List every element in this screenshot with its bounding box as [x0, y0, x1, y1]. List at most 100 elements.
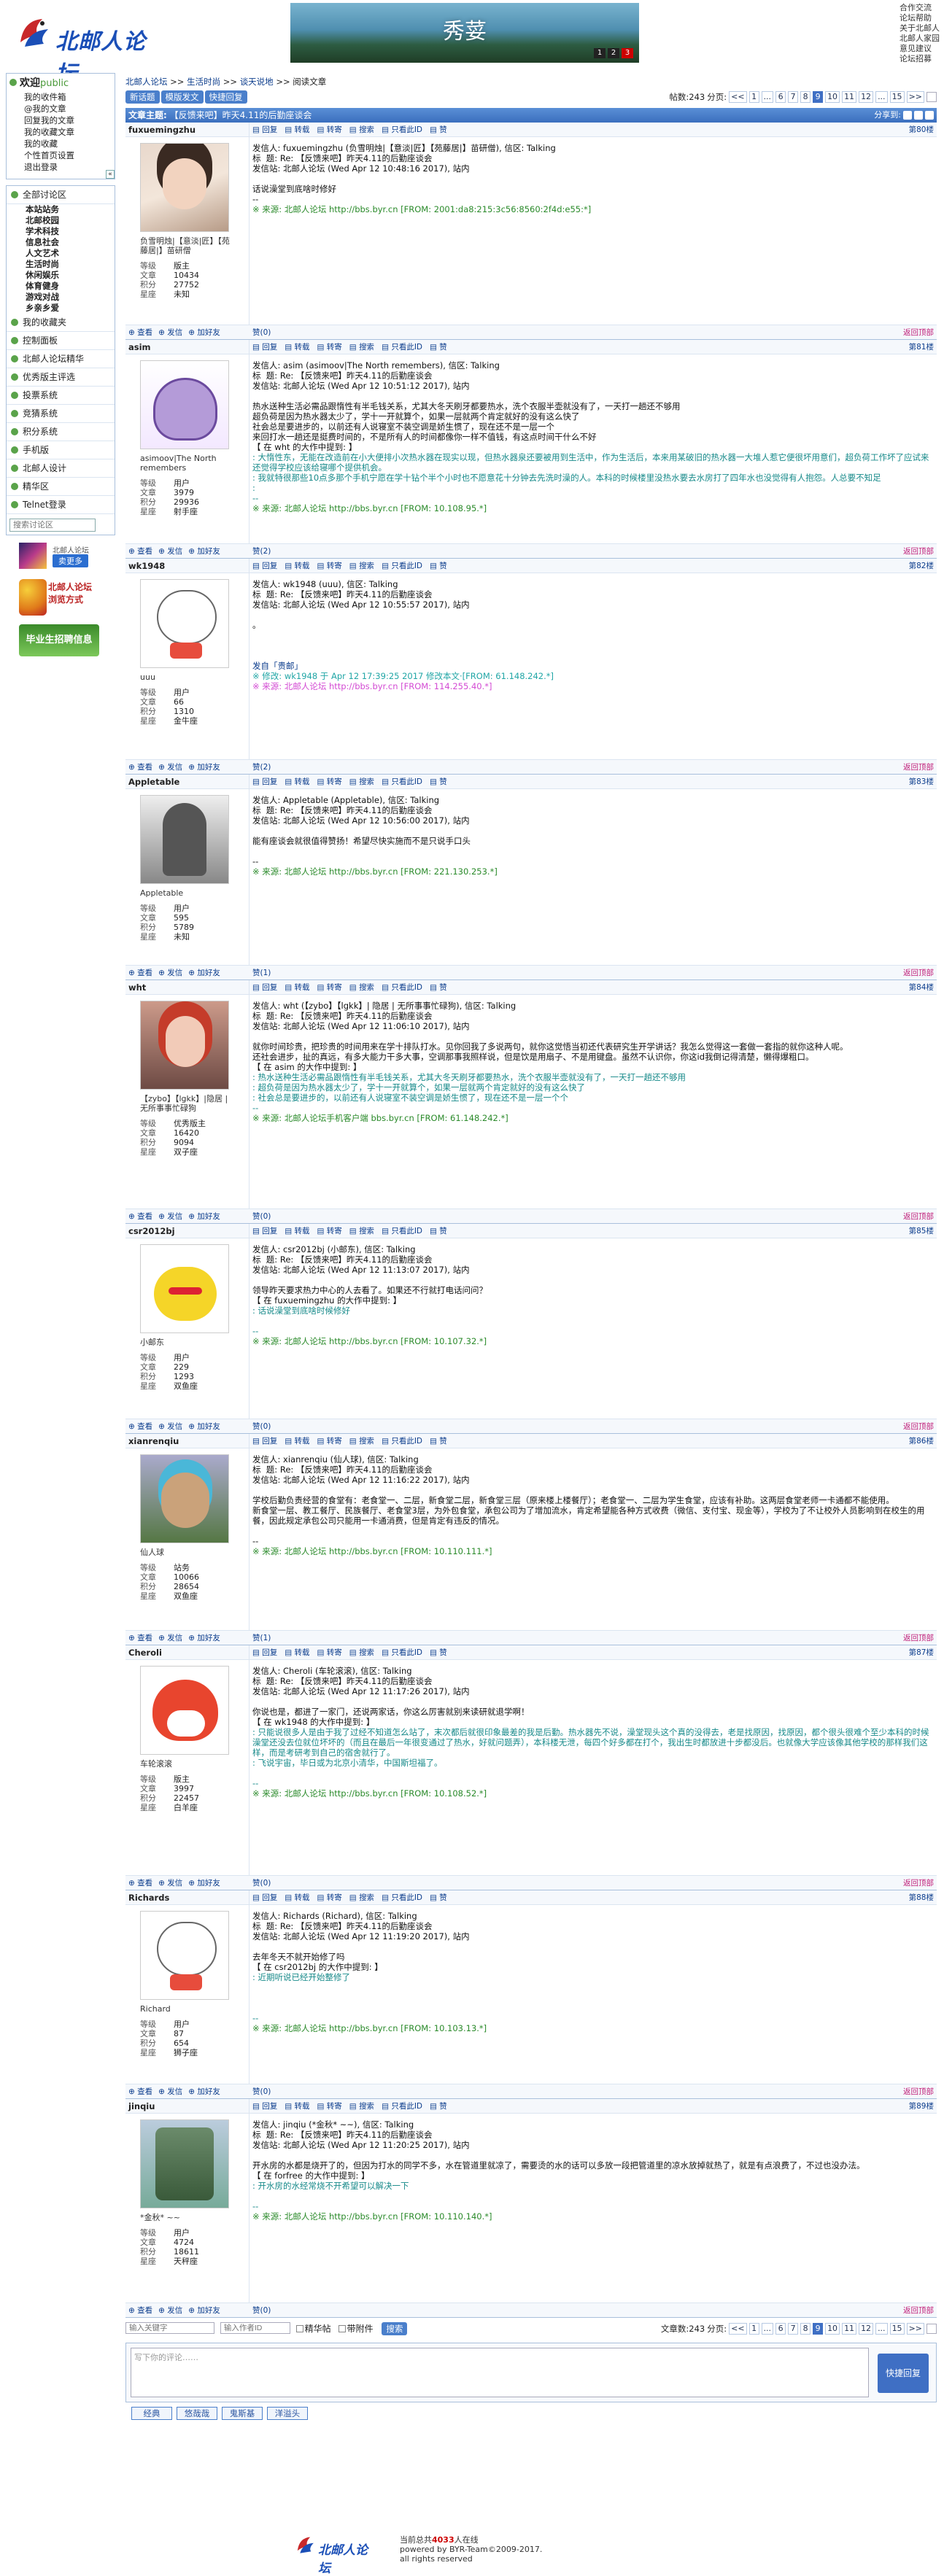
top-link[interactable]: 北邮人家园 — [899, 34, 940, 44]
page-link[interactable]: 1 — [748, 2323, 759, 2335]
page-link[interactable]: 8 — [800, 2323, 811, 2335]
like-button[interactable]: 赞(0) — [252, 1422, 271, 1431]
author-action-1[interactable]: ⊕ 发信 — [158, 1879, 182, 1888]
back-to-top-link[interactable]: 返回顶部 — [903, 2084, 934, 2099]
back-to-top-link[interactable]: 返回顶部 — [903, 544, 934, 559]
author-action-0[interactable]: ⊕ 查看 — [128, 2087, 152, 2096]
post-action[interactable]: ▤ 搜索 — [349, 125, 374, 134]
author-action-1[interactable]: ⊕ 发信 — [158, 2306, 182, 2315]
crumb-section[interactable]: 生活时尚 — [187, 77, 220, 87]
like-button[interactable]: 赞(0) — [252, 328, 271, 337]
author-action-0[interactable]: ⊕ 查看 — [128, 763, 152, 772]
floor-number[interactable]: 第80楼 — [909, 123, 934, 137]
banner[interactable]: 秀荽 1 2 3 — [290, 3, 639, 63]
author-action-2[interactable]: ⊕ 加好友 — [188, 547, 220, 556]
reply-tag[interactable]: 悠哉哉 — [177, 2407, 217, 2420]
page-link[interactable]: << — [729, 91, 747, 103]
avatar[interactable] — [140, 1911, 229, 2000]
author-id[interactable]: fuxuemingzhu — [125, 123, 249, 137]
sidebar-subitem[interactable]: 信息社会 — [7, 237, 115, 248]
author-action-2[interactable]: ⊕ 加好友 — [188, 328, 220, 337]
author-id[interactable]: xianrenqiu — [125, 1434, 249, 1448]
post-action[interactable]: ▤ 转载 — [285, 2102, 309, 2111]
post-action[interactable]: ▤ 转载 — [285, 343, 309, 352]
page-link[interactable]: 11 — [842, 91, 857, 103]
post-action[interactable]: ▤ 只看此ID — [382, 562, 422, 570]
back-to-top-link[interactable]: 返回顶部 — [903, 2303, 934, 2318]
sidebar-subitem[interactable]: 乡亲乡爱 — [7, 303, 115, 314]
post-action[interactable]: ▤ 只看此ID — [382, 125, 422, 134]
footer-logo[interactable]: 北邮人论坛 — [293, 2534, 374, 2576]
post-action[interactable]: ▤ 赞 — [430, 1227, 447, 1235]
author-action-0[interactable]: ⊕ 查看 — [128, 969, 152, 977]
sidebar-item[interactable]: 精华区 — [7, 478, 115, 496]
page-go-input[interactable] — [926, 92, 937, 102]
sidebar-item[interactable]: 我的收藏夹 — [7, 314, 115, 332]
floor-number[interactable]: 第84楼 — [909, 980, 934, 995]
like-button[interactable]: 赞(2) — [252, 547, 271, 556]
post-action[interactable]: ▤ 搜索 — [349, 1437, 374, 1446]
page-link[interactable]: ... — [761, 2323, 774, 2335]
author-action-2[interactable]: ⊕ 加好友 — [188, 1212, 220, 1221]
send-reply-button[interactable]: 快捷回复 — [878, 2354, 929, 2393]
post-action[interactable]: ▤ 转寄 — [317, 1227, 342, 1235]
template-post-button[interactable]: 模版发文 — [160, 90, 204, 104]
sidebar-subitem[interactable]: 体育健身 — [7, 281, 115, 292]
post-action[interactable]: ▤ 转寄 — [317, 562, 342, 570]
post-action[interactable]: ▤ 搜索 — [349, 983, 374, 992]
page-link[interactable]: 10 — [825, 2323, 840, 2335]
post-action[interactable]: ▤ 搜索 — [349, 562, 374, 570]
page-link[interactable]: 11 — [842, 2323, 857, 2335]
post-action[interactable]: ▤ 回复 — [252, 1437, 277, 1446]
sidebar-subitem[interactable]: 本站站务 — [7, 204, 115, 215]
app-ad-button[interactable]: 卖更多 — [53, 554, 88, 567]
sidebar-user-link[interactable]: 个性首页设置 — [7, 150, 115, 161]
post-action[interactable]: ▤ 回复 — [252, 125, 277, 134]
reply-tag[interactable]: 洋溢头 — [267, 2407, 308, 2420]
new-topic-button[interactable]: 新话题 — [125, 90, 160, 104]
page-link[interactable]: 9 — [813, 2323, 824, 2335]
reply-tag[interactable]: 鬼斯基 — [222, 2407, 263, 2420]
sidebar-subitem[interactable]: 学术科技 — [7, 226, 115, 237]
author-action-1[interactable]: ⊕ 发信 — [158, 2087, 182, 2096]
post-action[interactable]: ▤ 赞 — [430, 1648, 447, 1657]
page-link[interactable]: 10 — [825, 91, 840, 103]
author-action-1[interactable]: ⊕ 发信 — [158, 328, 182, 337]
sidebar-item[interactable]: 控制面板 — [7, 332, 115, 350]
author-action-1[interactable]: ⊕ 发信 — [158, 1422, 182, 1431]
post-action[interactable]: ▤ 赞 — [430, 562, 447, 570]
site-logo[interactable]: 北邮人论坛 — [13, 13, 152, 87]
back-to-top-link[interactable]: 返回顶部 — [903, 1876, 934, 1890]
author-action-0[interactable]: ⊕ 查看 — [128, 328, 152, 337]
like-button[interactable]: 赞(2) — [252, 763, 271, 772]
post-action[interactable]: ▤ 回复 — [252, 1893, 277, 1902]
page-link[interactable]: ... — [761, 91, 774, 103]
post-action[interactable]: ▤ 搜索 — [349, 1227, 374, 1235]
page-link[interactable]: ... — [875, 2323, 888, 2335]
author-action-2[interactable]: ⊕ 加好友 — [188, 1422, 220, 1431]
post-action[interactable]: ▤ 回复 — [252, 777, 277, 786]
banner-dot[interactable]: 2 — [608, 48, 619, 58]
sidebar-user-link[interactable]: 回复我的文章 — [7, 115, 115, 126]
post-action[interactable]: ▤ 搜索 — [349, 1648, 374, 1657]
post-action[interactable]: ▤ 转载 — [285, 983, 309, 992]
page-link[interactable]: >> — [906, 2323, 924, 2335]
post-action[interactable]: ▤ 只看此ID — [382, 777, 422, 786]
floor-number[interactable]: 第87楼 — [909, 1645, 934, 1660]
page-link[interactable]: 12 — [859, 2323, 874, 2335]
sidebar-subitem[interactable]: 生活时尚 — [7, 259, 115, 270]
post-action[interactable]: ▤ 回复 — [252, 983, 277, 992]
page-link[interactable]: 6 — [775, 91, 786, 103]
author-id[interactable]: wk1948 — [125, 559, 249, 573]
avatar[interactable] — [140, 795, 229, 884]
search-button[interactable]: 搜索 — [382, 2322, 408, 2335]
page-link[interactable]: 15 — [889, 2323, 905, 2335]
checkbox-attach[interactable] — [338, 2325, 346, 2332]
renren-icon[interactable] — [914, 111, 923, 120]
post-action[interactable]: ▤ 只看此ID — [382, 1893, 422, 1902]
post-action[interactable]: ▤ 赞 — [430, 125, 447, 134]
browse-ad[interactable]: 北邮人论坛 浏览方式 — [19, 576, 99, 620]
banner-dot[interactable]: 1 — [594, 48, 606, 58]
author-id[interactable]: asim — [125, 340, 249, 354]
back-to-top-link[interactable]: 返回顶部 — [903, 760, 934, 775]
